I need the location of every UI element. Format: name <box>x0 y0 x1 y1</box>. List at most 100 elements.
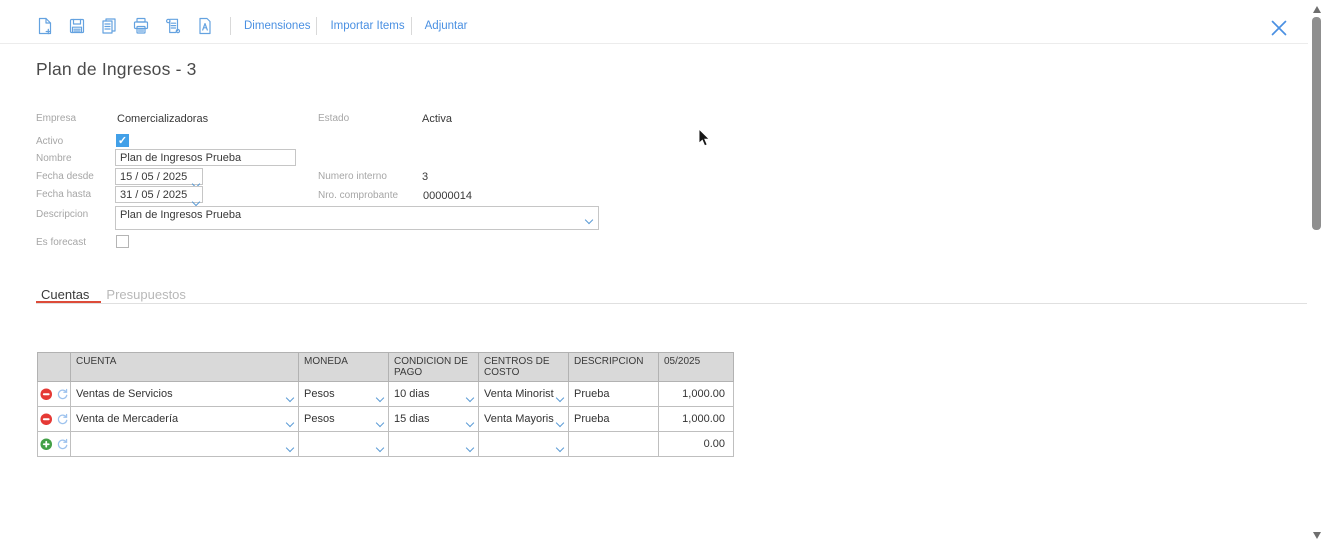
fecha-hasta-label: Fecha hasta <box>36 189 92 200</box>
amount-cell[interactable]: 1,000.00 <box>658 381 734 407</box>
descripcion-label: Descripcion <box>36 209 89 220</box>
moneda-value: Pesos <box>304 388 335 400</box>
chevron-down-icon[interactable] <box>375 418 385 428</box>
toolbar: Dimensiones Importar Items Adjuntar <box>36 17 471 35</box>
row-actions-cell <box>37 381 71 407</box>
chevron-down-icon[interactable] <box>285 393 295 403</box>
header-centros-de-costo: CENTROS DE COSTO <box>478 352 569 382</box>
empresa-value: Comercializadoras <box>117 113 209 125</box>
page-title: Plan de Ingresos - 3 <box>36 59 197 79</box>
refresh-row-icon[interactable] <box>56 413 69 426</box>
condicion-value: 15 dias <box>394 413 430 425</box>
descripcion-input[interactable]: Plan de Ingresos Prueba <box>115 206 599 230</box>
refresh-row-icon[interactable] <box>56 438 69 451</box>
descripcion-value: Prueba <box>574 413 610 425</box>
activo-checkbox[interactable]: ✓ <box>116 134 129 147</box>
delete-row-icon[interactable] <box>40 412 53 426</box>
numero-interno-value: 3 <box>422 171 429 183</box>
chevron-down-icon[interactable] <box>375 393 385 403</box>
copy-icon[interactable] <box>100 17 118 35</box>
chevron-down-icon[interactable] <box>584 215 594 225</box>
chevron-down-icon[interactable] <box>375 443 385 453</box>
importar-items-link[interactable]: Importar Items <box>326 20 408 32</box>
estado-label: Estado <box>318 113 350 124</box>
amount-cell[interactable]: 1,000.00 <box>658 406 734 432</box>
centros-de-costo-dropdown[interactable]: Venta Mayoris <box>478 406 569 432</box>
chevron-down-icon[interactable] <box>465 393 475 403</box>
centros-de-costo-dropdown[interactable]: Venta Minorist <box>478 381 569 407</box>
tab-bar: Cuentas Presupuestos <box>41 287 186 302</box>
scrollbar-up-arrow[interactable] <box>1313 6 1321 13</box>
fecha-desde-value: 15 / 05 / 2025 <box>120 170 188 183</box>
table-row: Ventas de Servicios Pesos 10 dias Venta … <box>37 381 734 407</box>
cuenta-value: Venta de Mercadería <box>76 413 179 425</box>
chevron-down-icon[interactable] <box>465 418 475 428</box>
chevron-down-icon[interactable] <box>555 443 565 453</box>
grid-header-row: CUENTA MONEDA CONDICION DE PAGO CENTROS … <box>37 352 734 382</box>
descripcion-cell[interactable]: Prueba <box>568 406 659 432</box>
chevron-down-icon[interactable] <box>555 393 565 403</box>
moneda-value: Pesos <box>304 413 335 425</box>
moneda-dropdown[interactable] <box>298 431 389 457</box>
moneda-dropdown[interactable]: Pesos <box>298 406 389 432</box>
fecha-desde-input[interactable]: 15 / 05 / 2025 <box>115 168 203 189</box>
header-actions <box>37 352 71 382</box>
header-descripcion: DESCRIPCION <box>568 352 659 382</box>
descripcion-value: Prueba <box>574 388 610 400</box>
cuenta-dropdown[interactable] <box>70 431 299 457</box>
table-row-new: 0.00 <box>37 431 734 457</box>
amount-cell[interactable]: 0.00 <box>658 431 734 457</box>
dimensiones-link[interactable]: Dimensiones <box>240 20 314 32</box>
tab-presupuestos[interactable]: Presupuestos <box>106 287 186 302</box>
journal-icon[interactable] <box>164 17 182 35</box>
cuenta-value: Ventas de Servicios <box>76 388 173 400</box>
delete-row-icon[interactable] <box>40 387 53 401</box>
scrollbar-down-arrow[interactable] <box>1313 532 1321 539</box>
nombre-label: Nombre <box>36 153 72 164</box>
chevron-down-icon[interactable] <box>285 443 295 453</box>
toolbar-divider <box>0 43 1308 44</box>
chevron-down-icon[interactable] <box>555 418 565 428</box>
chevron-down-icon[interactable] <box>191 197 201 207</box>
condicion-de-pago-dropdown[interactable]: 15 dias <box>388 406 479 432</box>
estado-value: Activa <box>422 113 452 125</box>
refresh-row-icon[interactable] <box>56 388 69 401</box>
numero-interno-label: Numero interno <box>318 171 387 182</box>
condicion-de-pago-dropdown[interactable]: 10 dias <box>388 381 479 407</box>
row-actions-cell <box>37 431 71 457</box>
scrollbar-thumb[interactable] <box>1312 17 1321 230</box>
save-icon[interactable] <box>68 17 86 35</box>
centros-de-costo-dropdown[interactable] <box>478 431 569 457</box>
toolbar-separator <box>316 17 318 35</box>
print-icon[interactable] <box>132 17 150 35</box>
new-document-icon[interactable] <box>36 17 54 35</box>
document-a-icon[interactable] <box>196 17 214 35</box>
close-icon[interactable] <box>1270 19 1288 37</box>
mouse-cursor <box>698 127 712 153</box>
fecha-hasta-input[interactable]: 31 / 05 / 2025 <box>115 186 203 207</box>
nro-comprobante-value: 00000014 <box>423 190 472 202</box>
nombre-input[interactable]: Plan de Ingresos Prueba <box>115 149 296 166</box>
condicion-value: 10 dias <box>394 388 430 400</box>
chevron-down-icon[interactable] <box>285 418 295 428</box>
condicion-de-pago-dropdown[interactable] <box>388 431 479 457</box>
toolbar-separator <box>230 17 231 35</box>
descripcion-cell[interactable] <box>568 431 659 457</box>
es-forecast-checkbox[interactable]: ✓ <box>116 235 129 248</box>
chevron-down-icon[interactable] <box>465 443 475 453</box>
moneda-dropdown[interactable]: Pesos <box>298 381 389 407</box>
add-row-icon[interactable] <box>40 437 53 451</box>
cuenta-dropdown[interactable]: Ventas de Servicios <box>70 381 299 407</box>
nro-comprobante-label: Nro. comprobante <box>318 190 399 201</box>
tab-cuentas[interactable]: Cuentas <box>41 287 89 302</box>
row-actions-cell <box>37 406 71 432</box>
centros-value: Venta Minorist <box>484 388 554 400</box>
cuentas-grid: CUENTA MONEDA CONDICION DE PAGO CENTROS … <box>37 352 734 457</box>
descripcion-cell[interactable]: Prueba <box>568 381 659 407</box>
adjuntar-link[interactable]: Adjuntar <box>421 20 472 32</box>
header-condicion-de-pago: CONDICION DE PAGO <box>388 352 479 382</box>
cuenta-dropdown[interactable]: Venta de Mercadería <box>70 406 299 432</box>
header-cuenta: CUENTA <box>70 352 299 382</box>
descripcion-value: Plan de Ingresos Prueba <box>120 209 242 221</box>
check-icon: ✓ <box>117 135 128 147</box>
